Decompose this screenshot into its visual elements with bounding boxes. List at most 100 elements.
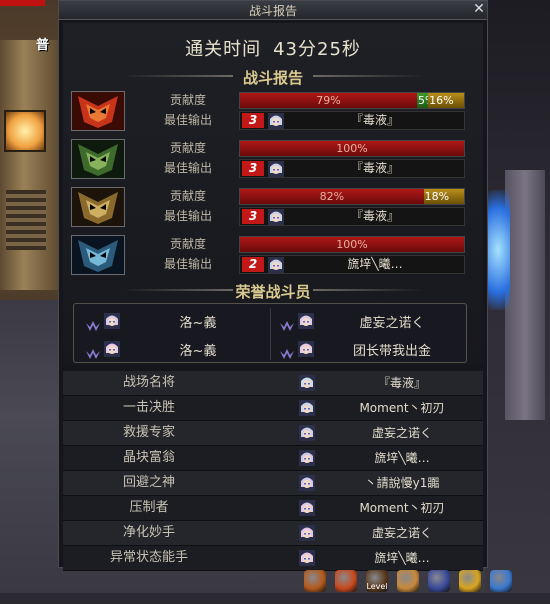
- best-output-label: 最佳输出: [163, 113, 212, 127]
- machine-structure: [0, 40, 62, 290]
- award-player-name: 旒垶╲曦…: [374, 551, 430, 565]
- character-portrait-icon: [299, 425, 315, 441]
- honor-player[interactable]: 团长带我出金: [272, 338, 462, 362]
- contribution-percent: 82%: [319, 190, 345, 203]
- divider: [270, 308, 271, 360]
- coin-icon[interactable]: [459, 570, 481, 592]
- contribution-percent: 100%: [336, 142, 368, 155]
- orb-icon[interactable]: [490, 570, 512, 592]
- honor-player-name: 虚妄之诺く: [359, 316, 425, 331]
- best-output-label: 最佳输出: [163, 161, 212, 175]
- character-portrait-icon: [104, 313, 120, 329]
- award-player-name: 虚妄之诺く: [371, 426, 432, 440]
- contribution-bar: 100%: [239, 236, 465, 253]
- machine-light: [4, 110, 46, 152]
- character-portrait-icon: [268, 161, 284, 177]
- award-title: 异常状态能手: [109, 550, 188, 565]
- ornament-left: [123, 289, 233, 291]
- rank-badge: 3: [242, 209, 264, 224]
- best-output-name: 『毒液』: [350, 113, 399, 127]
- inventory-icon[interactable]: [428, 570, 450, 592]
- character-portrait-icon: [299, 525, 315, 541]
- machine-grill: [6, 190, 46, 250]
- contribution-label: 贡献度: [169, 189, 206, 203]
- honor-box: 洛~義 虚妄之诺く 洛~義 团长带我出金: [73, 303, 467, 363]
- honor-player-name: 洛~義: [179, 316, 217, 331]
- report-section-title: 战斗报告: [63, 67, 483, 87]
- ornament-right: [313, 289, 423, 291]
- home-icon[interactable]: [304, 570, 326, 592]
- report-section-label: 战斗报告: [242, 69, 303, 87]
- blue-mask-icon: [71, 235, 125, 275]
- character-portrait-icon: [299, 500, 315, 516]
- player-row: 贡献度最佳输出 79% 5% 16% 3 『毒液』: [71, 91, 467, 131]
- award-row: 净化妙手 虚妄之诺く: [63, 521, 483, 546]
- medal-icon: [280, 344, 294, 359]
- yellow-segment-percent: 18%: [424, 190, 450, 203]
- titlebar: 战斗报告 ✕: [59, 1, 487, 20]
- character-portrait-icon: [104, 341, 120, 357]
- character-portrait-icon: [299, 375, 315, 391]
- contribution-percent: 100%: [336, 238, 368, 251]
- medal-icon: [280, 316, 294, 331]
- honor-player[interactable]: 虚妄之诺く: [272, 310, 462, 334]
- best-output-label: 最佳输出: [163, 209, 212, 223]
- honor-player-name: 洛~義: [179, 344, 217, 359]
- best-output-label: 最佳输出: [163, 257, 212, 271]
- battle-report-window: 战斗报告 ✕ 通关时间 43分25秒 战斗报告 贡献度 最佳输出 79% 5% 16% 3 …: [58, 0, 488, 571]
- hp-bar: [0, 0, 45, 6]
- yellow-segment-percent: 16%: [429, 94, 454, 107]
- best-output-name: 旒垶╲曦…: [347, 257, 403, 271]
- award-title: 一击决胜: [122, 400, 175, 415]
- character-portrait-icon: [298, 341, 314, 357]
- stone-pillar: [505, 170, 545, 420]
- close-button[interactable]: ✕: [470, 0, 488, 18]
- contribution-bar: 82% 18%: [239, 188, 465, 205]
- character-portrait-icon: [268, 113, 284, 129]
- contribution-label: 贡献度: [169, 93, 206, 107]
- award-row: 救援专家 虚妄之诺く: [63, 421, 483, 446]
- rank-badge: 3: [242, 161, 264, 176]
- award-row: 压制者 Moment丶初刃: [63, 496, 483, 521]
- award-player-name: 虚妄之诺く: [371, 526, 432, 540]
- honor-player[interactable]: 洛~義: [78, 338, 268, 362]
- player-row: 贡献度最佳输出 100% 3 『毒液』: [71, 139, 467, 179]
- clear-time: 通关时间 43分25秒: [63, 35, 483, 61]
- best-output-row: 3 『毒液』: [239, 159, 465, 178]
- honor-section-label: 荣誉战斗员: [235, 283, 311, 301]
- character-portrait-icon: [299, 400, 315, 416]
- window-title: 战斗报告: [248, 4, 297, 18]
- clear-time-value: 43分25秒: [273, 39, 361, 60]
- award-row: 一击决胜 Moment丶初刃: [63, 396, 483, 421]
- best-output-name: 『毒液』: [350, 209, 399, 223]
- medal-icon: [86, 344, 100, 359]
- flame-mask-icon: [71, 91, 125, 131]
- award-title: 净化妙手: [122, 525, 175, 540]
- character-portrait-icon: [299, 550, 315, 566]
- award-title: 回避之神: [122, 475, 175, 490]
- honor-player[interactable]: 洛~義: [78, 310, 268, 334]
- green-mask-icon: [71, 139, 125, 179]
- character-portrait-icon: [299, 450, 315, 466]
- contribution-percent: 79%: [316, 94, 341, 107]
- character-portrait-icon: [268, 209, 284, 225]
- contribution-label: 贡献度: [169, 141, 206, 155]
- contribution-label: 贡献度: [169, 237, 206, 251]
- contribution-bar: 79% 5% 16%: [239, 92, 465, 109]
- award-player-name: Moment丶初刃: [359, 501, 445, 515]
- award-row: 晶块富翁 旒垶╲曦…: [63, 446, 483, 471]
- character-portrait-icon: [299, 475, 315, 491]
- level-icon[interactable]: Level: [366, 570, 388, 592]
- rank-badge: 3: [242, 113, 264, 128]
- award-row: 战场名将 『毒液』: [63, 371, 483, 396]
- rank-badge: 2: [242, 257, 264, 272]
- honor-section-title: 荣誉战斗员: [63, 281, 483, 301]
- best-output-row: 3 『毒液』: [239, 111, 465, 130]
- clear-time-label: 通关时间: [185, 39, 262, 60]
- award-title: 救援专家: [122, 425, 175, 440]
- skill-icon[interactable]: [335, 570, 357, 592]
- bottom-toolbar: Level: [300, 568, 550, 593]
- award-row: 回避之神 丶請說慢у1嚻: [63, 471, 483, 496]
- award-title: 压制者: [129, 500, 169, 515]
- character-icon[interactable]: [397, 570, 419, 592]
